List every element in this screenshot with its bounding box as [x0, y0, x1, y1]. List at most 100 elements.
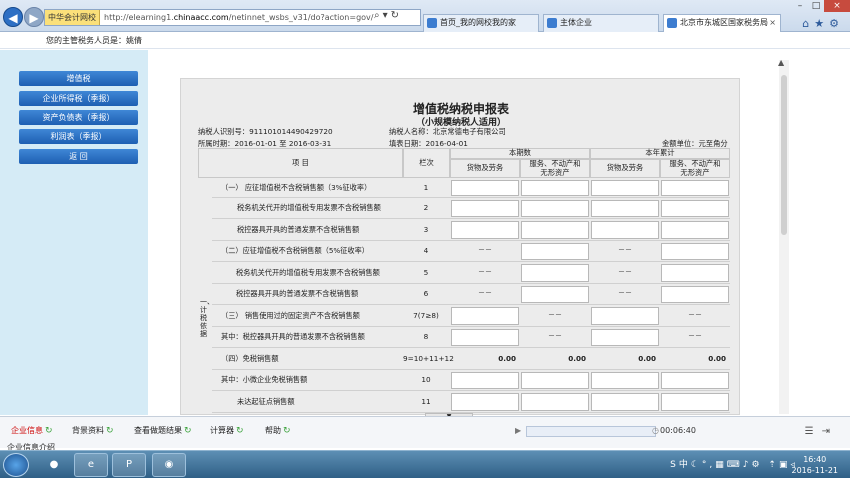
page-icon — [667, 18, 677, 28]
taskbar: ● e P ◉ S中☾°,▦⌨♪⚙ ⇡▣◃ 16:40 2016-11-21 — [0, 450, 850, 478]
back-button[interactable]: ◀ — [3, 7, 23, 27]
amount-input[interactable] — [661, 221, 729, 239]
tab-close-icon[interactable]: × — [769, 15, 776, 31]
page-icon — [547, 18, 557, 28]
tab-background[interactable]: 背景资料 ↻ — [72, 424, 114, 438]
amount-input[interactable] — [661, 199, 729, 217]
amount-input[interactable] — [521, 393, 589, 411]
table-row: （二）应征增值税不含税销售额（5%征收率） 4 －－ －－ — [198, 241, 730, 262]
amount-input[interactable] — [661, 264, 729, 282]
amount-value: 0.00 — [498, 353, 516, 363]
not-applicable-dash: －－ — [618, 289, 632, 298]
tab-home[interactable]: 首页_我的网校我的家 — [423, 14, 539, 32]
refresh-icon[interactable]: ↻ — [391, 10, 402, 21]
amount-input[interactable] — [451, 328, 519, 346]
amount-input[interactable] — [591, 221, 659, 239]
start-button[interactable] — [3, 453, 29, 477]
amount-input[interactable] — [521, 264, 589, 282]
play-icon[interactable]: ▶ — [515, 426, 521, 435]
favorite-label[interactable]: 中华会计网校 — [45, 10, 100, 25]
tab-results[interactable]: 查看做题结果 ↻ — [134, 424, 192, 438]
amount-input[interactable] — [591, 328, 659, 346]
table-row: 未达起征点销售额 11 — [198, 391, 730, 413]
close-button[interactable]: × — [824, 0, 850, 12]
table-row: 其中：税控器具开具的普通发票不含税销售额 8 －－ －－ — [198, 327, 730, 348]
amount-input[interactable] — [521, 242, 589, 260]
minimize-button[interactable]: – — [792, 0, 808, 12]
amount-input[interactable] — [591, 307, 659, 325]
video-progress-bar[interactable] — [526, 426, 656, 437]
taskbar-app-ie[interactable]: e — [74, 453, 108, 477]
row-label: 其中：小微企业免税销售额 — [221, 375, 308, 385]
tray-icons: ☾°,▦⌨♪⚙ ⇡▣◃ — [690, 460, 798, 470]
amount-input[interactable] — [591, 199, 659, 217]
tab-company-info[interactable]: 企业信息 ↻ — [11, 424, 53, 438]
amount-input[interactable] — [661, 393, 729, 411]
exit-icon[interactable]: ⇥ — [822, 426, 838, 437]
sidebar-item-income-tax[interactable]: 企业所得税（季报） — [19, 91, 138, 106]
row-label: （一） 应征增值税不含税销售额（3%征收率） — [221, 182, 372, 192]
row-number: 6 — [423, 289, 429, 299]
tab-entity[interactable]: 主体企业 — [543, 14, 659, 32]
amount-input[interactable] — [591, 180, 659, 196]
refresh-icon: ↻ — [45, 426, 53, 436]
not-applicable-dash: －－ — [478, 267, 492, 276]
sidebar-item-balance-sheet[interactable]: 资产负债表（季报） — [19, 110, 138, 125]
tab-tax-bureau[interactable]: 北京市东城区国家税务局 × — [663, 14, 781, 32]
amount-input[interactable] — [591, 371, 659, 389]
sidebar-item-vat[interactable]: 增值税 — [19, 71, 138, 86]
amount-input[interactable] — [451, 180, 519, 196]
row-label: （二）应征增值税不含税销售额（5%征收率） — [221, 246, 369, 256]
refresh-icon: ↻ — [283, 426, 291, 436]
amount-input[interactable] — [521, 285, 589, 303]
taskbar-app-media[interactable]: ◉ — [152, 453, 186, 477]
amount-value: 0.00 — [638, 353, 656, 363]
dropdown-icon[interactable]: ▾ — [383, 10, 391, 21]
amount-input[interactable] — [521, 371, 589, 389]
amount-input[interactable] — [661, 180, 729, 196]
window-controls: – □ × — [792, 0, 850, 14]
amount-input[interactable] — [661, 242, 729, 260]
table-row: （四）免税销售额 9=10+11+12 0.00 0.00 0.00 0.00 — [198, 348, 730, 370]
ime-indicator[interactable]: 中 — [679, 460, 691, 470]
taskbar-app-360[interactable]: ● — [37, 453, 71, 477]
amount-input[interactable] — [451, 199, 519, 217]
amount-input[interactable] — [591, 393, 659, 411]
amount-input[interactable] — [451, 393, 519, 411]
table-row: 税控器具开具的普通发票不含税销售额 3 — [198, 219, 730, 241]
tab-calculator[interactable]: 计算器 ↻ — [210, 424, 244, 438]
address-bar[interactable]: 中华会计网校 http://elearning1.chinaacc.com/net… — [44, 9, 421, 26]
sogou-icon[interactable]: S — [670, 460, 679, 470]
app-icon-360: ● — [49, 459, 59, 470]
maximize-button[interactable]: □ — [808, 0, 824, 12]
amount-input[interactable] — [661, 371, 729, 389]
amount-input[interactable] — [521, 199, 589, 217]
gear-icon[interactable]: ⚙ — [829, 17, 844, 30]
taskbar-app-powerpoint[interactable]: P — [112, 453, 146, 477]
clock[interactable]: 16:40 2016-11-21 — [792, 454, 839, 476]
ie-icon: e — [87, 459, 95, 470]
amount-input[interactable] — [451, 307, 519, 325]
header-current-goods: 货物及劳务 — [450, 159, 520, 178]
browser-toolbar: ◀ ▶ 中华会计网校 http://elearning1.chinaacc.com… — [0, 0, 850, 32]
refresh-icon: ↻ — [184, 426, 192, 436]
row-number: 5 — [423, 267, 429, 277]
table-row: 其中：小微企业免税销售额 10 — [198, 370, 730, 391]
scrollbar-thumb[interactable] — [781, 75, 787, 235]
list-icon[interactable]: ☰ — [805, 426, 822, 437]
sidebar-item-back[interactable]: 返 回 — [19, 149, 138, 164]
amount-input[interactable] — [661, 285, 729, 303]
search-icon[interactable]: ⌕ — [374, 10, 383, 21]
amount-input[interactable] — [451, 221, 519, 239]
tab-help[interactable]: 帮助 ↻ — [265, 424, 291, 438]
header-ytd-services: 服务、不动产和无形资产 — [660, 159, 730, 178]
row-label: 税控器具开具的普通发票不含税销售额 — [236, 289, 359, 299]
forward-button[interactable]: ▶ — [24, 7, 44, 27]
amount-input[interactable] — [521, 180, 589, 196]
sidebar-item-income-statement[interactable]: 利润表（季报） — [19, 129, 138, 144]
scroll-up-icon[interactable]: ▲ — [778, 58, 784, 67]
amount-input[interactable] — [521, 221, 589, 239]
home-icon[interactable]: ⌂ — [802, 17, 814, 30]
amount-input[interactable] — [451, 371, 519, 389]
star-icon[interactable]: ★ — [814, 17, 829, 30]
